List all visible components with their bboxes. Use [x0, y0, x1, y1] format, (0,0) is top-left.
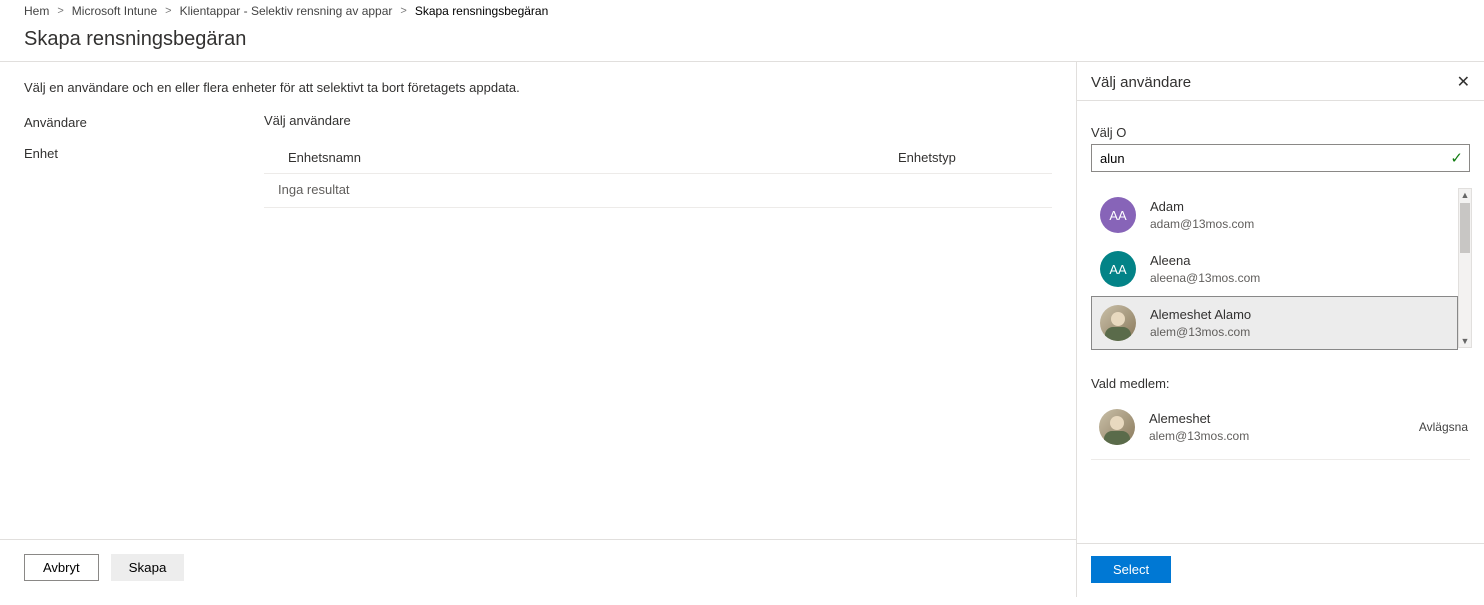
breadcrumb-item[interactable]: Klientappar - Selektiv rensning av appar: [180, 4, 393, 18]
device-table-empty: Inga resultat: [264, 173, 1052, 208]
breadcrumb-item-current: Skapa rensningsbegäran: [415, 4, 548, 18]
panel-footer: Select: [1077, 543, 1484, 597]
label-device: Enhet: [24, 144, 264, 161]
select-user-panel: Välj användare ✕ Välj O ✓ AA Adam adam@1…: [1076, 62, 1484, 597]
user-item[interactable]: AA Adam adam@13mos.com: [1091, 188, 1458, 242]
user-name: Adam: [1150, 198, 1254, 216]
breadcrumb-sep: >: [165, 5, 171, 17]
select-button[interactable]: Select: [1091, 556, 1171, 583]
avatar: AA: [1100, 251, 1136, 287]
select-user-link[interactable]: Välj användare: [264, 113, 1052, 128]
avatar: [1100, 305, 1136, 341]
selected-member-label: Vald medlem:: [1091, 376, 1470, 391]
user-item[interactable]: AA Aleena aleena@13mos.com: [1091, 242, 1458, 296]
search-box[interactable]: ✓: [1091, 144, 1470, 172]
user-name: Aleena: [1150, 252, 1260, 270]
check-icon: ✓: [1450, 149, 1463, 167]
device-table: Enhetsnamn Enhetstyp Inga resultat: [264, 144, 1052, 208]
instruction-text: Välj en användare och en eller flera enh…: [24, 80, 1052, 95]
avatar: [1099, 409, 1135, 445]
scroll-up-icon[interactable]: ▲: [1461, 189, 1470, 201]
remove-member-button[interactable]: Avlägsna: [1419, 420, 1468, 434]
user-email: alem@13mos.com: [1150, 324, 1251, 340]
breadcrumb-item[interactable]: Hem: [24, 4, 49, 18]
user-list: AA Adam adam@13mos.com AA Aleena aleena@…: [1091, 188, 1470, 350]
main-content: Välj en användare och en eller flera enh…: [0, 62, 1076, 597]
user-email: adam@13mos.com: [1150, 216, 1254, 232]
close-icon[interactable]: ✕: [1453, 70, 1474, 94]
avatar: AA: [1100, 197, 1136, 233]
selected-member-row: Alemeshet alem@13mos.com Avlägsna: [1091, 401, 1470, 460]
cancel-button[interactable]: Avbryt: [24, 554, 99, 581]
label-user: Användare: [24, 113, 264, 130]
scroll-thumb[interactable]: [1460, 203, 1470, 253]
page-title: Skapa rensningsbegäran: [0, 20, 1484, 61]
search-field-label: Välj O: [1091, 125, 1470, 140]
selected-member-email: alem@13mos.com: [1149, 428, 1249, 444]
footer: Avbryt Skapa: [0, 539, 1076, 597]
col-device-name: Enhetsnamn: [288, 150, 898, 165]
col-device-type: Enhetstyp: [898, 150, 1038, 165]
user-item-selected[interactable]: Alemeshet Alamo alem@13mos.com: [1091, 296, 1458, 350]
breadcrumb-sep: >: [400, 5, 406, 17]
search-input[interactable]: [1100, 151, 1450, 166]
breadcrumb-sep: >: [57, 5, 63, 17]
breadcrumb: Hem > Microsoft Intune > Klientappar - S…: [0, 0, 1484, 20]
scrollbar[interactable]: ▲ ▼: [1458, 188, 1472, 348]
breadcrumb-item[interactable]: Microsoft Intune: [72, 4, 157, 18]
selected-member-name: Alemeshet: [1149, 410, 1249, 428]
user-email: aleena@13mos.com: [1150, 270, 1260, 286]
scroll-down-icon[interactable]: ▼: [1461, 335, 1470, 347]
panel-title: Välj användare: [1091, 74, 1191, 91]
user-name: Alemeshet Alamo: [1150, 306, 1251, 324]
create-button[interactable]: Skapa: [111, 554, 185, 581]
